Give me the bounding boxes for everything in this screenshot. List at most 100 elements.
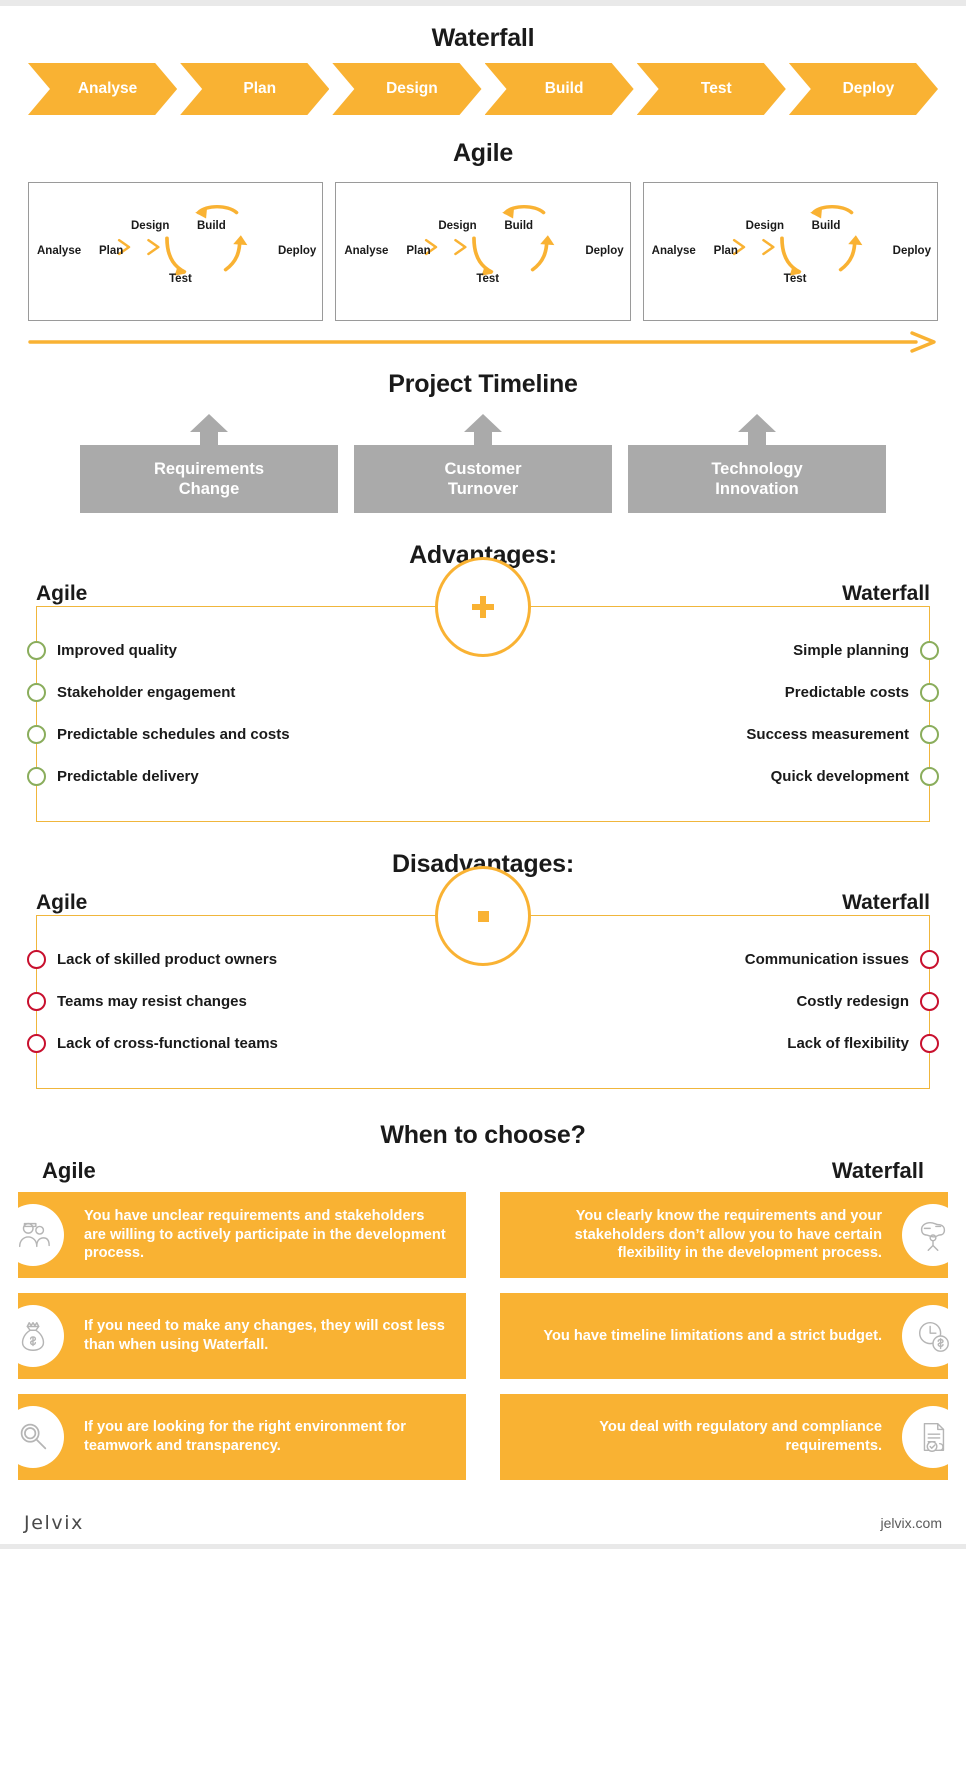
- disadvantages-row: Lack of cross-functional teams Lack of f…: [27, 1022, 939, 1064]
- magnifier-icon: [2, 1406, 64, 1468]
- green-circle-bullet-icon: [27, 766, 46, 786]
- agile-1-label-analyse: Analyse: [37, 245, 82, 257]
- red-circle-bullet-icon: [27, 949, 46, 969]
- disadvantage-agile-label-3: Lack of cross-functional teams: [57, 1034, 278, 1052]
- waterfall-phase-build[interactable]: Build: [485, 63, 634, 115]
- top-divider-bar: [0, 0, 966, 6]
- agile-1-label-test: Test: [169, 273, 192, 285]
- when-to-choose-agile-column: You have unclear requirements and stakeh…: [2, 1192, 466, 1480]
- pt-line-1: Technology: [711, 459, 803, 478]
- advantages-right-header: Waterfall: [842, 582, 930, 605]
- red-circle-bullet-icon: [920, 991, 939, 1011]
- green-circle-bullet-icon: [27, 682, 46, 702]
- agile-2-label-test: Test: [476, 273, 500, 285]
- agile-3-label-plan: Plan: [713, 245, 738, 257]
- agile-1-label-build: Build: [197, 220, 226, 232]
- disadvantage-item-waterfall-3: Lack of flexibility: [787, 1033, 939, 1053]
- red-circle-bullet-icon: [27, 991, 46, 1011]
- disadvantage-waterfall-label-1: Communication issues: [744, 950, 909, 968]
- disadvantages-left-header: Agile: [36, 891, 88, 914]
- long-right-arrow-icon: [28, 331, 936, 353]
- red-circle-bullet-icon: [920, 949, 939, 969]
- pt-line-1: Requirements: [153, 459, 265, 478]
- waterfall-choose-card-1-text: You clearly know the requirements and yo…: [574, 1208, 882, 1262]
- agile-choose-card-1-text: You have unclear requirements and stakeh…: [84, 1208, 446, 1262]
- bottom-divider-bar: [0, 1544, 966, 1549]
- advantages-row: Predictable delivery Quick development: [27, 755, 939, 797]
- project-timeline-blocks-row: Requirements Change Customer Turnover Te…: [0, 413, 966, 513]
- advantages-row: Stakeholder engagement Predictable costs: [27, 671, 939, 713]
- agile-section-title: Agile: [452, 139, 514, 167]
- waterfall-choose-card-2[interactable]: You have timeline limitations and a stri…: [500, 1293, 964, 1379]
- advantage-item-waterfall-2: Predictable costs: [784, 682, 939, 702]
- website-url[interactable]: jelvix.com: [881, 1515, 942, 1531]
- when-to-choose-title: When to choose?: [380, 1121, 586, 1149]
- compliance-document-icon: [902, 1406, 964, 1468]
- pt-line-1: Customer: [444, 459, 522, 478]
- waterfall-phase-plan[interactable]: Plan: [180, 63, 329, 115]
- people-group-icon: [2, 1204, 64, 1266]
- advantage-waterfall-label-1: Simple planning: [793, 641, 909, 659]
- agile-3-label-build: Build: [811, 220, 841, 232]
- advantage-agile-label-3: Predictable schedules and costs: [57, 725, 290, 743]
- agile-choose-card-1[interactable]: You have unclear requirements and stakeh…: [2, 1192, 466, 1278]
- when-to-choose-left-header: Agile: [42, 1158, 96, 1183]
- agile-3-label-test: Test: [783, 273, 807, 285]
- agile-2-label-build: Build: [504, 220, 534, 232]
- advantage-item-agile-4: Predictable delivery: [27, 766, 199, 786]
- up-arrow-icon: [738, 414, 776, 451]
- advantage-item-waterfall-4: Quick development: [770, 766, 939, 786]
- agile-1-label-plan: Plan: [99, 245, 124, 257]
- advantages-row: Predictable schedules and costs Success …: [27, 713, 939, 755]
- agile-1-label-design: Design: [131, 220, 170, 232]
- advantages-body: Improved quality Simple planning Stakeho…: [27, 557, 939, 822]
- when-to-choose-header-row: Agile Waterfall: [0, 1158, 966, 1184]
- advantage-agile-label-1: Improved quality: [57, 641, 178, 659]
- agile-2-label-design: Design: [438, 220, 477, 232]
- red-circle-bullet-icon: [920, 1033, 939, 1053]
- green-circle-bullet-icon: [27, 640, 46, 660]
- agile-choose-card-2-text: If you need to make any changes, they wi…: [84, 1318, 445, 1353]
- timeline-direction-arrow: [0, 331, 966, 358]
- advantage-waterfall-label-4: Quick development: [770, 767, 909, 785]
- agile-3-label-design: Design: [745, 220, 784, 232]
- brand-logo: Jelvix: [24, 1512, 84, 1534]
- disadvantage-item-waterfall-2: Costly redesign: [796, 991, 939, 1011]
- project-timeline-box-requirements-change: Requirements Change: [80, 445, 338, 513]
- advantages-left-header: Agile: [36, 582, 88, 605]
- project-timeline-item-customer-turnover: Customer Turnover: [354, 413, 612, 513]
- project-timeline-item-technology-innovation: Technology Innovation: [628, 413, 886, 513]
- agile-2-label-plan: Plan: [406, 245, 431, 257]
- project-timeline-item-requirements-change: Requirements Change: [80, 413, 338, 513]
- agile-iteration-2: Analyse Plan Design Build Test Deploy: [335, 182, 631, 321]
- disadvantage-item-agile-1: Lack of skilled product owners: [27, 949, 278, 969]
- up-arrow-icon: [190, 414, 228, 451]
- red-circle-bullet-icon: [27, 1033, 46, 1053]
- disadvantage-agile-label-2: Teams may resist changes: [57, 992, 247, 1010]
- disadvantage-item-agile-3: Lack of cross-functional teams: [27, 1033, 278, 1053]
- agile-choose-card-2[interactable]: If you need to make any changes, they wi…: [2, 1293, 466, 1379]
- agile-3-label-deploy: Deploy: [892, 245, 931, 257]
- pt-line-2: Innovation: [715, 480, 799, 498]
- advantage-item-waterfall-1: Simple planning: [793, 640, 939, 660]
- agile-choose-card-3[interactable]: If you are looking for the right environ…: [2, 1394, 466, 1480]
- footer: Jelvix jelvix.com: [0, 1494, 966, 1544]
- advantage-item-waterfall-3: Success measurement: [746, 724, 939, 744]
- waterfall-choose-card-2-text: You have timeline limitations and a stri…: [543, 1327, 882, 1344]
- waterfall-section-title: Waterfall: [431, 24, 535, 52]
- agile-iteration-3: Analyse Plan Design Build Test Deploy: [642, 182, 938, 321]
- waterfall-phase-deploy[interactable]: Deploy: [789, 63, 938, 115]
- waterfall-choose-card-3-text: You deal with regulatory and compliance …: [599, 1419, 882, 1454]
- disadvantage-item-waterfall-1: Communication issues: [744, 949, 939, 969]
- green-circle-bullet-icon: [27, 724, 46, 744]
- clock-budget-icon: [902, 1305, 964, 1367]
- waterfall-phase-test[interactable]: Test: [637, 63, 786, 115]
- disadvantage-agile-label-1: Lack of skilled product owners: [57, 950, 278, 968]
- waterfall-choose-card-1[interactable]: You clearly know the requirements and yo…: [500, 1192, 964, 1278]
- waterfall-phase-design[interactable]: Design: [332, 63, 481, 115]
- disadvantages-row: Teams may resist changes Costly redesign: [27, 980, 939, 1022]
- waterfall-choose-card-3[interactable]: You deal with regulatory and compliance …: [500, 1394, 964, 1480]
- disadvantage-waterfall-label-3: Lack of flexibility: [787, 1034, 909, 1052]
- advantage-waterfall-label-2: Predictable costs: [784, 683, 909, 701]
- waterfall-phase-analyse[interactable]: Analyse: [28, 63, 177, 115]
